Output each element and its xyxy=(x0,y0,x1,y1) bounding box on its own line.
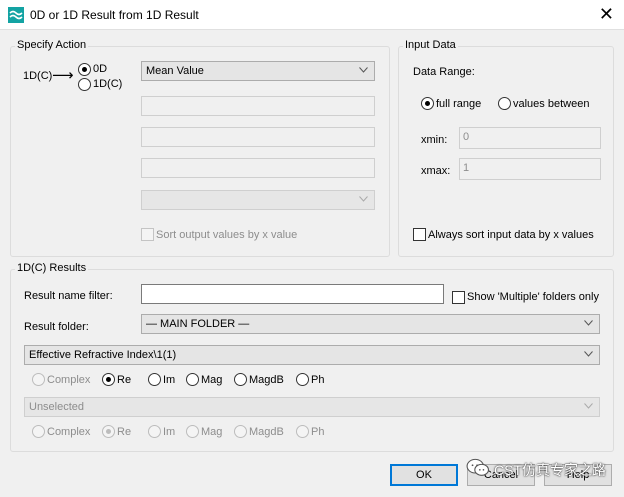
radio-1dc[interactable] xyxy=(78,78,91,91)
radio-im-label: Im xyxy=(163,374,176,386)
xmin-input: 0 xyxy=(459,127,601,149)
xmin-label: xmin: xyxy=(421,134,448,146)
radio-1dc-label: 1D(C) xyxy=(93,78,123,90)
cst-app-icon xyxy=(8,7,24,23)
radio-ph[interactable] xyxy=(296,373,309,386)
radio-im-2 xyxy=(148,425,161,438)
result-filter-label: Result name filter: xyxy=(24,290,113,302)
sort-output-checkbox xyxy=(141,228,154,241)
close-button[interactable]: ✕ xyxy=(599,4,614,24)
secondary-result-select: Unselected xyxy=(24,397,600,417)
chevron-down-icon xyxy=(584,351,593,357)
radio-values-between-label: values between xyxy=(513,98,590,110)
radio-complex-label: Complex xyxy=(47,374,91,386)
sort-output-label: Sort output values by x value xyxy=(156,229,298,241)
radio-mag[interactable] xyxy=(186,373,199,386)
radio-mag-2-label: Mag xyxy=(201,426,223,438)
result-folder-select[interactable]: — MAIN FOLDER — xyxy=(141,314,600,334)
radio-ph-label: Ph xyxy=(311,374,325,386)
secondary-result-value: Unselected xyxy=(29,401,85,413)
radio-re-2 xyxy=(102,425,115,438)
chevron-down-icon xyxy=(584,403,593,409)
chevron-down-icon xyxy=(359,196,368,202)
radio-re-2-label: Re xyxy=(117,426,132,438)
radio-values-between[interactable] xyxy=(498,97,511,110)
ok-button-label: OK xyxy=(416,469,432,481)
window-title: 0D or 1D Result from 1D Result xyxy=(30,8,199,22)
parameter-select xyxy=(141,190,375,210)
radio-im-2-label: Im xyxy=(163,426,176,438)
radio-0d[interactable] xyxy=(78,63,91,76)
wechat-icon xyxy=(466,458,489,476)
result-select[interactable]: Effective Refractive Index\1(1) xyxy=(24,345,600,365)
radio-0d-label: 0D xyxy=(93,63,108,75)
specify-action-title: Specify Action xyxy=(15,39,89,51)
always-sort-label: Always sort input data by x values xyxy=(428,229,594,241)
watermark-text: CST仿真专家之路 xyxy=(494,462,606,478)
operation-select[interactable]: Mean Value xyxy=(141,61,375,81)
title-bar: 0D or 1D Result from 1D Result ✕ xyxy=(0,0,624,30)
radio-mag-2 xyxy=(186,425,199,438)
operation-select-value: Mean Value xyxy=(146,65,204,77)
arrow-right-icon: ⟶ xyxy=(52,67,74,84)
radio-re-label: Re xyxy=(117,374,132,386)
ok-button[interactable]: OK xyxy=(390,464,458,486)
radio-magdb-2-label: MagdB xyxy=(249,426,284,438)
radio-mag-label: Mag xyxy=(201,374,223,386)
result-filter-input[interactable] xyxy=(141,284,444,304)
radio-complex xyxy=(32,373,45,386)
result-folder-value: — MAIN FOLDER — xyxy=(146,318,250,330)
radio-magdb[interactable] xyxy=(234,373,247,386)
radio-magdb-label: MagdB xyxy=(249,374,284,386)
radio-complex-2-label: Complex xyxy=(47,426,91,438)
parameter-field-2 xyxy=(141,127,375,147)
show-multiple-label: Show 'Multiple' folders only xyxy=(467,291,599,303)
source-type-label: 1D(C) xyxy=(23,70,53,82)
parameter-field-3 xyxy=(141,158,375,178)
result-folder-label: Result folder: xyxy=(24,321,89,333)
radio-full-range-label: full range xyxy=(436,98,482,110)
xmax-value: 1 xyxy=(463,162,470,174)
radio-im[interactable] xyxy=(148,373,161,386)
radio-ph-2 xyxy=(296,425,309,438)
input-data-title: Input Data xyxy=(403,39,458,51)
data-range-label: Data Range: xyxy=(413,66,475,78)
xmax-input: 1 xyxy=(459,158,601,180)
radio-complex-2 xyxy=(32,425,45,438)
radio-magdb-2 xyxy=(234,425,247,438)
xmin-value: 0 xyxy=(463,131,470,143)
always-sort-checkbox[interactable] xyxy=(413,228,426,241)
show-multiple-checkbox[interactable] xyxy=(452,291,465,304)
radio-ph-2-label: Ph xyxy=(311,426,325,438)
result-select-value: Effective Refractive Index\1(1) xyxy=(29,349,177,361)
xmax-label: xmax: xyxy=(421,165,451,177)
radio-re[interactable] xyxy=(102,373,115,386)
watermark: CST仿真专家之路 xyxy=(464,452,620,490)
parameter-field-1 xyxy=(141,96,375,116)
results-title: 1D(C) Results xyxy=(15,262,89,274)
chevron-down-icon xyxy=(584,320,593,326)
radio-full-range[interactable] xyxy=(421,97,434,110)
chevron-down-icon xyxy=(359,67,368,73)
